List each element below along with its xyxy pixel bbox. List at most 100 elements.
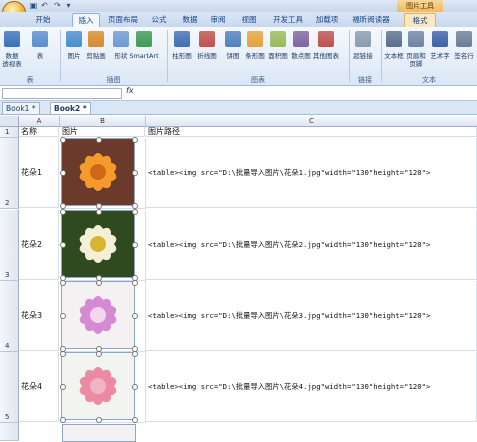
row-header[interactable] xyxy=(0,423,19,441)
flower-picture[interactable] xyxy=(60,351,138,423)
path-cell[interactable]: <table><img src="D:\批量导入图片\花朵3.jpg"width… xyxy=(146,281,477,351)
resize-handle[interactable] xyxy=(96,417,102,423)
resize-handle[interactable] xyxy=(132,137,138,143)
flower-picture[interactable] xyxy=(60,137,138,209)
tab-page-layout[interactable]: 页面布局 xyxy=(104,13,142,27)
picture-icon[interactable] xyxy=(66,31,82,47)
resize-handle[interactable] xyxy=(96,280,102,286)
ribbon-button-label[interactable]: 表 xyxy=(24,52,56,60)
tab-format[interactable]: 格式 xyxy=(404,13,436,28)
signature-icon[interactable] xyxy=(456,31,472,47)
row-header[interactable]: 5 xyxy=(0,352,19,423)
hyperlink-icon[interactable] xyxy=(355,31,371,47)
header-cell-path[interactable]: 图片路径 xyxy=(146,127,477,137)
path-cell[interactable]: <table><img src="D:\批量导入图片\花朵1.jpg"width… xyxy=(146,138,477,208)
pie-chart-icon[interactable] xyxy=(225,31,241,47)
resize-handle[interactable] xyxy=(60,209,66,215)
name-box[interactable] xyxy=(2,88,122,99)
group-separator xyxy=(381,30,382,82)
path-cell[interactable]: <table><img src="D:\批量导入图片\花朵2.jpg"width… xyxy=(146,210,477,280)
column-chart-icon[interactable] xyxy=(174,31,190,47)
ribbon-button-label[interactable]: 签名行 xyxy=(448,52,477,60)
tab-foxit-reader[interactable]: 福昕阅读器 xyxy=(349,13,393,27)
undo-icon[interactable]: ↶ xyxy=(40,1,49,10)
group-label-illustrations: 插图 xyxy=(106,76,121,84)
flower-graphic xyxy=(79,225,117,263)
tab-data[interactable]: 数据 xyxy=(179,13,201,27)
resize-handle[interactable] xyxy=(132,280,138,286)
workbook-tab-book2[interactable]: Book2 * xyxy=(50,102,91,115)
tab-insert[interactable]: 插入 xyxy=(72,13,100,28)
group-label-links: 链接 xyxy=(358,76,372,84)
table-icon[interactable] xyxy=(32,31,48,47)
resize-handle[interactable] xyxy=(60,280,66,286)
flower-picture[interactable] xyxy=(62,424,136,442)
resize-handle[interactable] xyxy=(132,209,138,215)
resize-handle[interactable] xyxy=(60,242,66,248)
tab-view[interactable]: 视图 xyxy=(238,13,260,27)
name-cell[interactable]: 花朵4 xyxy=(19,352,59,422)
wordart-icon[interactable] xyxy=(432,31,448,47)
flower-graphic xyxy=(79,367,117,405)
resize-handle[interactable] xyxy=(132,417,138,423)
group-label-charts: 图表 xyxy=(251,76,265,84)
pivot-icon[interactable] xyxy=(4,31,20,47)
flower-graphic xyxy=(79,296,117,334)
resize-handle[interactable] xyxy=(132,170,138,176)
group-separator xyxy=(349,30,350,82)
smartart-icon[interactable] xyxy=(136,31,152,47)
resize-handle[interactable] xyxy=(60,417,66,423)
scatter-chart-icon[interactable] xyxy=(293,31,309,47)
row-header[interactable]: 4 xyxy=(0,281,19,352)
ribbon-button-label[interactable]: 超链接 xyxy=(347,52,379,60)
path-cell[interactable]: <table><img src="D:\批量导入图片\花朵4.jpg"width… xyxy=(146,352,477,422)
shapes-icon[interactable] xyxy=(113,31,129,47)
redo-icon[interactable]: ↷ xyxy=(53,1,62,10)
select-all-corner[interactable] xyxy=(0,116,19,127)
resize-handle[interactable] xyxy=(132,351,138,357)
header-footer-icon[interactable] xyxy=(408,31,424,47)
textbox-icon[interactable] xyxy=(386,31,402,47)
group-label-text: 文本 xyxy=(422,76,436,84)
resize-handle[interactable] xyxy=(96,137,102,143)
header-cell-name[interactable]: 名称 xyxy=(19,127,59,137)
workbook-tab-book1[interactable]: Book1 * xyxy=(2,102,40,115)
ribbon-button-label[interactable]: 其他图表 xyxy=(310,52,342,60)
save-icon[interactable]: ▣ xyxy=(29,1,38,10)
line-chart-icon[interactable] xyxy=(199,31,215,47)
other-chart-icon[interactable] xyxy=(318,31,334,47)
tab-developer[interactable]: 开发工具 xyxy=(270,13,306,27)
row-header[interactable]: 3 xyxy=(0,210,19,281)
tab-formulas[interactable]: 公式 xyxy=(147,13,171,27)
row-header[interactable]: 1 xyxy=(0,127,19,138)
clipart-icon[interactable] xyxy=(88,31,104,47)
flower-picture[interactable] xyxy=(60,209,138,281)
resize-handle[interactable] xyxy=(60,351,66,357)
quick-access-dropdown-icon[interactable]: ▾ xyxy=(64,1,73,10)
resize-handle[interactable] xyxy=(132,313,138,319)
resize-handle[interactable] xyxy=(132,242,138,248)
function-icon[interactable]: fx xyxy=(126,86,134,95)
name-cell[interactable]: 花朵1 xyxy=(19,138,59,208)
column-header-c[interactable]: C xyxy=(146,116,477,127)
header-cell-picture[interactable]: 图片 xyxy=(60,127,145,137)
row-header[interactable]: 2 xyxy=(0,138,19,209)
flower-picture[interactable] xyxy=(60,280,138,352)
resize-handle[interactable] xyxy=(60,137,66,143)
resize-handle[interactable] xyxy=(60,170,66,176)
resize-handle[interactable] xyxy=(60,313,66,319)
resize-handle[interactable] xyxy=(60,384,66,390)
ribbon-button-label[interactable]: SmartArt xyxy=(128,52,160,60)
flower-graphic xyxy=(79,153,117,191)
tab-addins[interactable]: 加载项 xyxy=(313,13,341,27)
tab-home[interactable]: 开始 xyxy=(29,13,57,27)
tab-review[interactable]: 审阅 xyxy=(207,13,229,27)
area-chart-icon[interactable] xyxy=(270,31,286,47)
name-cell[interactable]: 花朵2 xyxy=(19,210,59,280)
resize-handle[interactable] xyxy=(96,351,102,357)
picture-tools-label: 图片工具 xyxy=(397,0,443,12)
name-cell[interactable]: 花朵3 xyxy=(19,281,59,351)
resize-handle[interactable] xyxy=(96,209,102,215)
bar-chart-icon[interactable] xyxy=(247,31,263,47)
resize-handle[interactable] xyxy=(132,384,138,390)
